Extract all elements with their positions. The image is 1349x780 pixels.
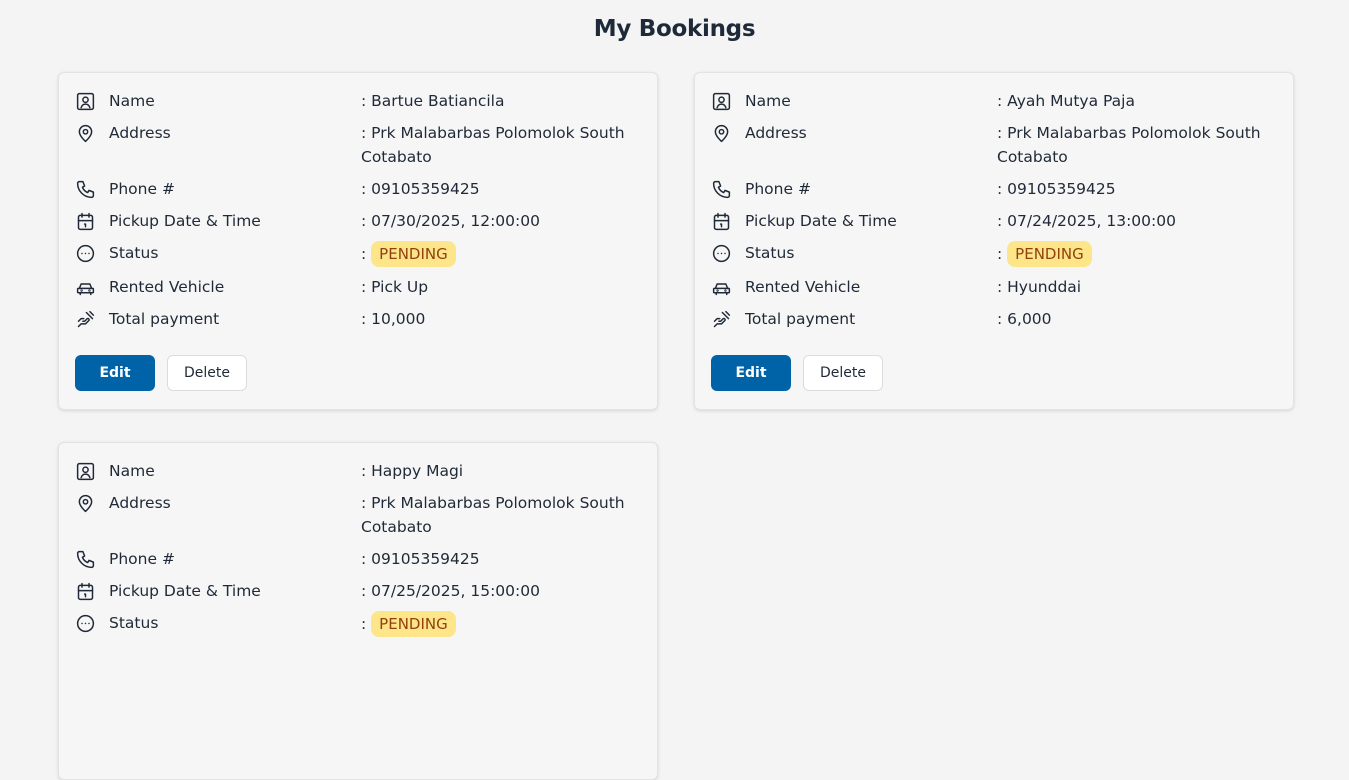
phone-value: : 09105359425 bbox=[997, 180, 1116, 198]
pickup-value: : 07/30/2025, 12:00:00 bbox=[361, 212, 540, 230]
map-pin-icon bbox=[75, 121, 97, 145]
phone-row: Phone # : 09105359425 bbox=[75, 177, 641, 201]
status-prefix: : bbox=[361, 245, 367, 263]
user-id-icon bbox=[711, 89, 733, 113]
address-label: Address bbox=[109, 494, 171, 512]
status-badge: PENDING bbox=[1007, 241, 1092, 267]
name-row: Name : Happy Magi bbox=[75, 459, 641, 483]
status-row: Status : PENDING bbox=[711, 241, 1277, 267]
payment-row: Total payment : 10,000 bbox=[75, 307, 641, 331]
phone-label: Phone # bbox=[745, 180, 811, 198]
phone-row: Phone # : 09105359425 bbox=[711, 177, 1277, 201]
user-id-icon bbox=[75, 459, 97, 483]
address-value: : Prk Malabarbas Polomolok South Cotabat… bbox=[361, 124, 625, 166]
status-row: Status : PENDING bbox=[75, 241, 641, 267]
pickup-label: Pickup Date & Time bbox=[109, 212, 261, 230]
car-icon bbox=[711, 275, 733, 299]
calendar-icon bbox=[711, 209, 733, 233]
name-row: Name : Ayah Mutya Paja bbox=[711, 89, 1277, 113]
user-id-icon bbox=[75, 89, 97, 113]
status-badge: PENDING bbox=[371, 611, 456, 637]
dots-circle-icon bbox=[75, 241, 97, 265]
pickup-value: : 07/25/2025, 15:00:00 bbox=[361, 582, 540, 600]
pickup-label: Pickup Date & Time bbox=[745, 212, 897, 230]
pickup-value: : 07/24/2025, 13:00:00 bbox=[997, 212, 1176, 230]
phone-icon bbox=[75, 177, 97, 201]
payment-label: Total payment bbox=[109, 310, 220, 328]
vehicle-row: Rented Vehicle : Hyunddai bbox=[711, 275, 1277, 299]
name-label: Name bbox=[745, 92, 791, 110]
edit-button[interactable]: Edit bbox=[75, 355, 155, 391]
vehicle-value: : Pick Up bbox=[361, 278, 429, 296]
payment-hand-icon bbox=[711, 307, 733, 331]
dots-circle-icon bbox=[711, 241, 733, 265]
phone-row: Phone # : 09105359425 bbox=[75, 547, 641, 571]
phone-label: Phone # bbox=[109, 180, 175, 198]
name-value: : Happy Magi bbox=[361, 462, 464, 480]
phone-value: : 09105359425 bbox=[361, 550, 480, 568]
dots-circle-icon bbox=[75, 611, 97, 635]
name-label: Name bbox=[109, 92, 155, 110]
pickup-row: Pickup Date & Time : 07/30/2025, 12:00:0… bbox=[75, 209, 641, 233]
map-pin-icon bbox=[75, 491, 97, 515]
payment-hand-icon bbox=[75, 307, 97, 331]
vehicle-label: Rented Vehicle bbox=[109, 278, 225, 296]
booking-card: Name : Happy Magi Address : Prk Malabarb… bbox=[58, 442, 658, 780]
status-label: Status bbox=[745, 244, 795, 262]
pickup-row: Pickup Date & Time : 07/24/2025, 13:00:0… bbox=[711, 209, 1277, 233]
phone-value: : 09105359425 bbox=[361, 180, 480, 198]
delete-button[interactable]: Delete bbox=[167, 355, 247, 391]
address-row: Address : Prk Malabarbas Polomolok South… bbox=[711, 121, 1277, 169]
map-pin-icon bbox=[711, 121, 733, 145]
status-label: Status bbox=[109, 244, 159, 262]
vehicle-row: Rented Vehicle : Pick Up bbox=[75, 275, 641, 299]
address-label: Address bbox=[109, 124, 171, 142]
status-value: : PENDING bbox=[361, 611, 641, 637]
card-actions: Edit Delete bbox=[711, 355, 1277, 391]
calendar-icon bbox=[75, 579, 97, 603]
payment-row: Total payment : 6,000 bbox=[711, 307, 1277, 331]
address-row: Address : Prk Malabarbas Polomolok South… bbox=[75, 121, 641, 169]
status-label: Status bbox=[109, 614, 159, 632]
status-prefix: : bbox=[361, 615, 367, 633]
name-label: Name bbox=[109, 462, 155, 480]
address-label: Address bbox=[745, 124, 807, 142]
payment-label: Total payment bbox=[745, 310, 856, 328]
name-value: : Ayah Mutya Paja bbox=[997, 92, 1135, 110]
name-row: Name : Bartue Batiancila bbox=[75, 89, 641, 113]
payment-value: : 6,000 bbox=[997, 310, 1052, 328]
status-row: Status : PENDING bbox=[75, 611, 641, 637]
pickup-label: Pickup Date & Time bbox=[109, 582, 261, 600]
phone-icon bbox=[75, 547, 97, 571]
name-value: : Bartue Batiancila bbox=[361, 92, 505, 110]
card-actions: Edit Delete bbox=[75, 355, 641, 391]
calendar-icon bbox=[75, 209, 97, 233]
delete-button[interactable]: Delete bbox=[803, 355, 883, 391]
booking-card: Name : Bartue Batiancila Address : Prk M… bbox=[58, 72, 658, 410]
address-value: : Prk Malabarbas Polomolok South Cotabat… bbox=[361, 494, 625, 536]
phone-icon bbox=[711, 177, 733, 201]
car-icon bbox=[75, 275, 97, 299]
phone-label: Phone # bbox=[109, 550, 175, 568]
status-badge: PENDING bbox=[371, 241, 456, 267]
bookings-grid: Name : Bartue Batiancila Address : Prk M… bbox=[58, 72, 1294, 780]
page-title: My Bookings bbox=[593, 16, 756, 42]
payment-value: : 10,000 bbox=[361, 310, 426, 328]
booking-card: Name : Ayah Mutya Paja Address : Prk Mal… bbox=[694, 72, 1294, 410]
status-value: : PENDING bbox=[997, 241, 1277, 267]
status-value: : PENDING bbox=[361, 241, 641, 267]
pickup-row: Pickup Date & Time : 07/25/2025, 15:00:0… bbox=[75, 579, 641, 603]
address-row: Address : Prk Malabarbas Polomolok South… bbox=[75, 491, 641, 539]
vehicle-value: : Hyunddai bbox=[997, 278, 1082, 296]
edit-button[interactable]: Edit bbox=[711, 355, 791, 391]
vehicle-label: Rented Vehicle bbox=[745, 278, 861, 296]
address-value: : Prk Malabarbas Polomolok South Cotabat… bbox=[997, 124, 1261, 166]
status-prefix: : bbox=[997, 245, 1003, 263]
